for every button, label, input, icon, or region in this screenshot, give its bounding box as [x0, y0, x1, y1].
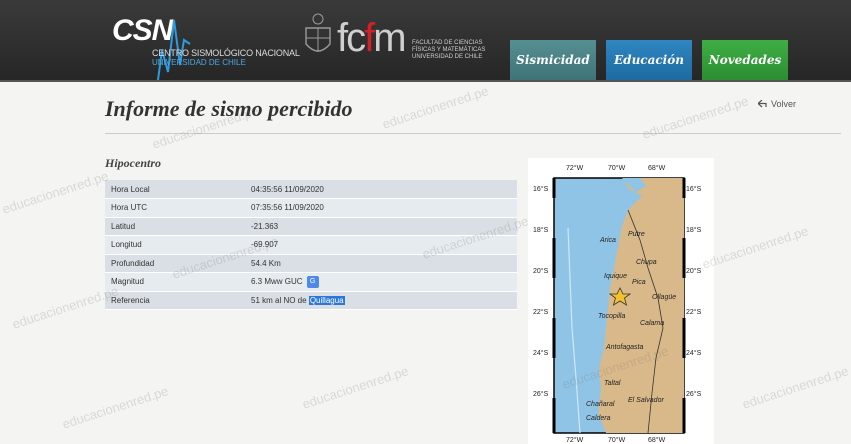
site-header: CSN CENTRO SISMOLÓGICO NACIONAL UNIVERSI…: [0, 0, 851, 82]
watermark-text: educacionenred.pe: [10, 283, 121, 332]
watermark-text: educacionenred.pe: [300, 363, 411, 412]
row-label: Profundidad: [105, 254, 245, 273]
lat-label: 20°S: [533, 267, 549, 275]
fcfm-logo-part-b: f: [364, 16, 375, 60]
row-value: 04:35:56 11/09/2020: [245, 180, 517, 199]
lon-label: 68°W: [648, 436, 666, 444]
lat-label: 18°S: [686, 226, 702, 234]
fcfm-logo-caption: FACULTAD DE CIENCIAS FÍSICAS Y MATEMÁTIC…: [412, 40, 486, 60]
row-label: Hora Local: [105, 180, 245, 199]
csn-logo[interactable]: CSN CENTRO SISMOLÓGICO NACIONAL UNIVERSI…: [112, 10, 300, 80]
back-arrow-icon: [758, 100, 767, 108]
table-row: Hora UTC 07:35:56 11/09/2020: [105, 198, 517, 218]
place-label: Antofagasta: [605, 344, 643, 351]
reference-place-selected[interactable]: Quillagua: [308, 295, 345, 305]
csn-logo-university: UNIVERSIDAD DE CHILE: [152, 58, 246, 67]
hypocenter-table: Hora Local 04:35:56 11/09/2020 Hora UTC 07…: [105, 180, 517, 310]
row-label: Longitud: [105, 235, 245, 255]
watermark-text: educacionenred.pe: [60, 383, 171, 432]
lat-label: 22°S: [533, 308, 549, 316]
watermark-text: educacionenred.pe: [740, 363, 851, 412]
place-label: Chañaral: [586, 401, 615, 408]
table-row: Profundidad 54.4 Km: [105, 254, 517, 273]
translate-icon[interactable]: G: [306, 275, 319, 288]
back-link-label: Volver: [771, 99, 797, 109]
reference-text: 51 km al NO de: [251, 295, 309, 305]
back-link[interactable]: Volver: [758, 99, 796, 109]
lat-label: 26°S: [686, 390, 702, 398]
lat-label: 18°S: [533, 226, 549, 234]
lat-label: 16°S: [533, 185, 549, 193]
place-label: Tocopilla: [598, 313, 625, 320]
watermark-text: educacionenred.pe: [700, 223, 811, 272]
row-value: -21.363: [245, 217, 517, 236]
lat-label: 26°S: [533, 390, 549, 398]
title-divider: [105, 133, 841, 134]
watermark-text: educacionenred.pe: [380, 83, 491, 132]
lat-label: 16°S: [686, 185, 702, 193]
place-label: Taltal: [604, 380, 621, 387]
table-row: Magnitud 6.3 Mww GUC G: [105, 272, 517, 292]
row-label: Magnitud: [105, 272, 245, 292]
row-label: Referencia: [105, 291, 245, 310]
epicenter-map: 72°W 70°W 68°W 72°W 70°W 68°W 16°S 18°S …: [528, 158, 714, 444]
place-label: Chupa: [636, 259, 657, 266]
table-row: Longitud -69.907: [105, 235, 517, 255]
nav-sismicidad-button[interactable]: Sismicidad: [510, 40, 596, 80]
table-row: Latitud -21.363: [105, 217, 517, 236]
seismic-wave-icon: [157, 19, 191, 80]
fcfm-logo[interactable]: fcfm: [337, 16, 407, 60]
section-heading: Hipocentro: [105, 156, 161, 170]
nav-novedades-button[interactable]: Novedades: [702, 40, 788, 80]
lat-label: 22°S: [686, 308, 702, 316]
magnitude-value: 6.3 Mww GUC: [251, 276, 303, 286]
row-label: Hora UTC: [105, 198, 245, 218]
row-label: Latitud: [105, 217, 245, 236]
lon-label: 68°W: [648, 164, 666, 172]
lat-label: 20°S: [686, 267, 702, 275]
place-label: El Salvador: [628, 397, 664, 404]
header-divider: [0, 80, 851, 82]
row-value: 54.4 Km: [245, 254, 517, 273]
place-label: Caldera: [586, 415, 611, 422]
place-label: Ollagüe: [652, 294, 676, 301]
row-value: 51 km al NO de Quillagua: [245, 291, 517, 310]
lon-label: 72°W: [566, 436, 584, 444]
table-row: Referencia 51 km al NO de Quillagua: [105, 291, 517, 310]
place-label: Iquique: [604, 273, 627, 280]
place-label: Putre: [628, 231, 645, 238]
lat-label: 24°S: [686, 349, 702, 357]
watermark-text: educacionenred.pe: [0, 168, 111, 217]
fcfm-logo-part-c: m: [373, 16, 406, 60]
lon-label: 70°W: [608, 164, 626, 172]
fcfm-logo-part-a: fc: [337, 16, 366, 60]
row-value: -69.907: [245, 235, 517, 255]
university-crest-icon: [305, 13, 331, 52]
place-label: Pica: [632, 279, 646, 286]
row-value: 6.3 Mww GUC G: [245, 272, 517, 292]
lon-label: 72°W: [566, 164, 584, 172]
place-label: Arica: [599, 237, 616, 244]
watermark-text: educacionenred.pe: [640, 93, 751, 142]
lon-label: 70°W: [608, 436, 626, 444]
lat-label: 24°S: [533, 349, 549, 357]
place-label: Calama: [640, 320, 664, 327]
csn-logo-subtitle: CENTRO SISMOLÓGICO NACIONAL: [152, 48, 300, 58]
table-row: Hora Local 04:35:56 11/09/2020: [105, 180, 517, 199]
page-title: Informe de sismo percibido: [105, 96, 353, 121]
nav-educacion-button[interactable]: Educación: [606, 40, 692, 80]
row-value: 07:35:56 11/09/2020: [245, 198, 517, 218]
